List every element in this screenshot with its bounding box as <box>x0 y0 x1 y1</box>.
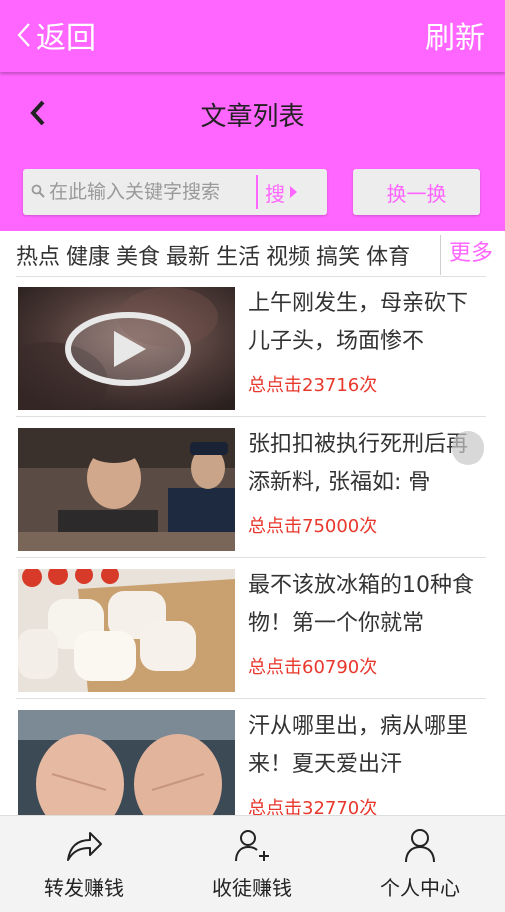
article-title: 汗从哪里出，病从哪里来！夏天爱出汗 <box>248 714 469 777</box>
nav-profile-label: 个人中心 <box>380 876 460 900</box>
article-item[interactable]: 汗从哪里出，病从哪里来！夏天爱出汗 总点击32770次 <box>16 700 486 815</box>
row-divider <box>16 416 486 417</box>
article-item[interactable]: 张扣扣被执行死刑后再添新料, 张福如: 骨 总点击75000次 <box>16 418 486 558</box>
search-button[interactable]: 搜 <box>265 169 325 215</box>
nav-share-earn-label: 转发赚钱 <box>44 876 124 900</box>
share-icon <box>67 832 102 861</box>
search-box: 搜 <box>23 169 327 215</box>
video-play-icon <box>18 287 235 410</box>
article-header: 文章列表 搜 换一换 <box>0 72 505 231</box>
article-title: 上午刚发生，母亲砍下儿子头，场面惨不 <box>248 291 469 354</box>
add-user-icon <box>235 830 269 862</box>
category-divider <box>440 235 441 275</box>
row-divider <box>16 557 486 558</box>
chevron-left-icon <box>17 23 30 47</box>
tab-category[interactable]: 视频 <box>266 239 310 271</box>
article-click-count: 总点击75000次 <box>248 516 378 537</box>
row-divider <box>16 698 486 699</box>
user-icon <box>405 829 435 863</box>
nav-recruit-earn-label: 收徒赚钱 <box>212 876 292 900</box>
nav-profile[interactable]: 个人中心 <box>336 816 504 912</box>
back-button[interactable]: 返回 <box>14 12 96 58</box>
category-list: 热点 健康 美食 最新 生活 视频 搞笑 体育 <box>16 239 440 273</box>
app-bar: 返回 刷新 <box>0 0 505 72</box>
tab-category[interactable]: 搞笑 <box>316 239 360 271</box>
article-thumbnail <box>18 710 235 815</box>
floating-scroll-handle[interactable] <box>452 431 484 465</box>
tab-category[interactable]: 体育 <box>366 239 410 271</box>
courtroom-photo <box>18 428 235 551</box>
nav-recruit-earn[interactable]: 收徒赚钱 <box>168 816 336 912</box>
article-item[interactable]: 最不该放冰箱的10种食物！第一个你就常 总点击60790次 <box>16 559 486 699</box>
search-input[interactable] <box>49 177 251 207</box>
tab-category[interactable]: 热点 <box>16 239 60 271</box>
open-palms-photo <box>18 710 235 815</box>
article-click-count: 总点击32770次 <box>248 798 378 815</box>
article-item[interactable]: 上午刚发生，母亲砍下儿子头，场面惨不 总点击23716次 <box>16 277 486 417</box>
article-click-count: 总点击60790次 <box>248 657 378 678</box>
search-button-label: 搜 <box>265 181 285 206</box>
triangle-right-icon <box>290 186 297 198</box>
article-thumbnail <box>18 287 235 410</box>
tab-category[interactable]: 最新 <box>166 239 210 271</box>
page-title: 文章列表 <box>200 102 305 132</box>
tab-category[interactable]: 美食 <box>116 239 160 271</box>
article-title: 最不该放冰箱的10种食物！第一个你就常 <box>248 573 474 636</box>
switch-button[interactable]: 换一换 <box>353 169 480 215</box>
article-click-count: 总点击23716次 <box>248 375 378 396</box>
more-categories-button[interactable]: 更多 <box>449 235 493 267</box>
back-label: 返回 <box>36 21 96 56</box>
article-thumbnail <box>18 569 235 692</box>
nav-share-earn[interactable]: 转发赚钱 <box>0 816 168 912</box>
steamed-buns-photo <box>18 569 235 692</box>
tab-category[interactable]: 生活 <box>216 239 260 271</box>
article-list: 上午刚发生，母亲砍下儿子头，场面惨不 总点击23716次 张扣扣被执行死刑后再添… <box>0 277 505 815</box>
search-icon <box>31 184 45 198</box>
bottom-nav: 转发赚钱 收徒赚钱 个人中心 <box>0 815 505 912</box>
category-bar: 热点 健康 美食 最新 生活 视频 搞笑 体育 更多 <box>0 231 505 277</box>
refresh-button[interactable]: 刷新 <box>425 12 485 58</box>
article-title: 张扣扣被执行死刑后再添新料, 张福如: 骨 <box>248 432 469 495</box>
search-divider <box>256 175 258 209</box>
tab-category[interactable]: 健康 <box>66 239 110 271</box>
article-thumbnail <box>18 428 235 551</box>
